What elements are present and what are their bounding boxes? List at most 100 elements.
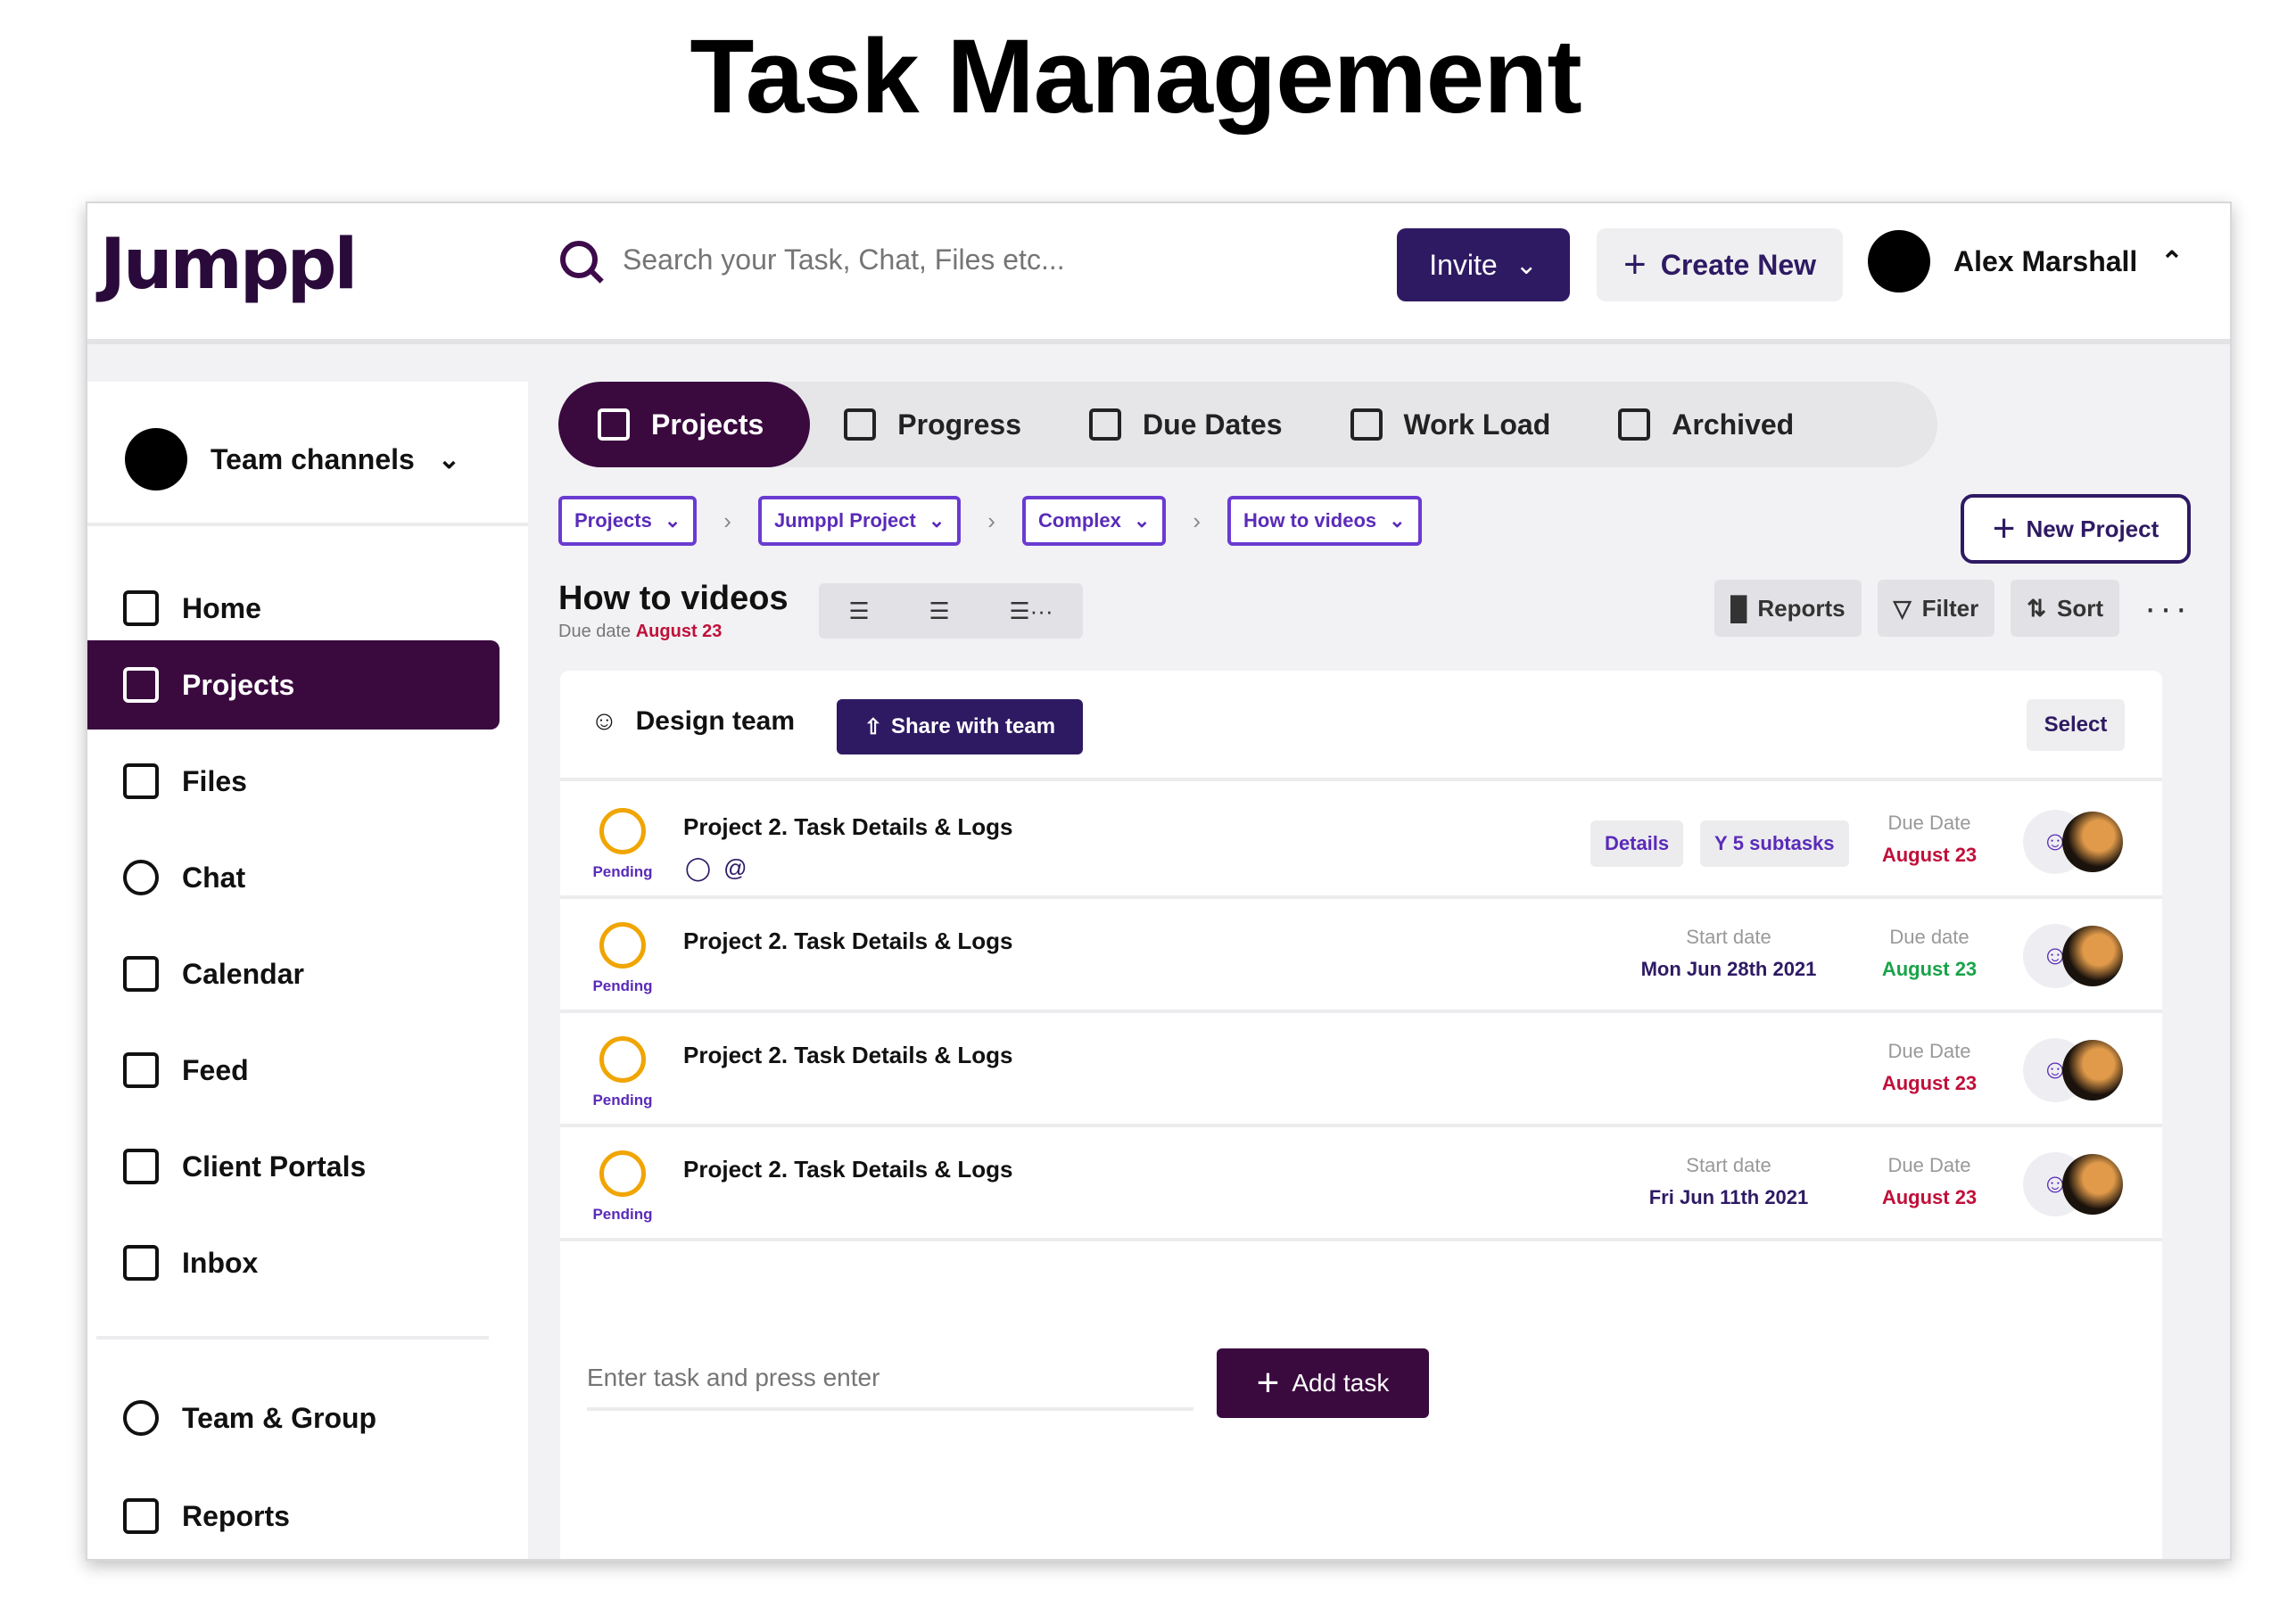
- add-task-button[interactable]: + Add task: [1217, 1348, 1429, 1418]
- invite-button[interactable]: Invite ⌄: [1397, 228, 1570, 301]
- assignees[interactable]: ☺: [2023, 810, 2130, 876]
- sort-button[interactable]: ⇅ Sort: [2011, 580, 2120, 637]
- breadcrumb-current[interactable]: How to videos ⌄: [1227, 496, 1422, 546]
- compact-view-icon[interactable]: ☰: [929, 598, 949, 625]
- sidebar-item-calendar[interactable]: Calendar: [87, 929, 498, 1018]
- breadcrumb-label: How to videos: [1243, 509, 1377, 532]
- page-title: How to videos: [558, 580, 789, 617]
- new-task-input[interactable]: [587, 1348, 1193, 1411]
- sidebar-item-label: Calendar: [182, 957, 304, 990]
- team-name: Design team: [635, 706, 796, 736]
- status-circle-icon[interactable]: [599, 1150, 646, 1197]
- start-date-column: Start date Mon Jun 28th 2021: [1622, 926, 1836, 981]
- sidebar-item-label: Chat: [182, 861, 246, 894]
- breadcrumb-project[interactable]: Jumppl Project ⌄: [757, 496, 962, 546]
- tab-due-dates[interactable]: Due Dates: [1055, 382, 1317, 467]
- breadcrumb-label: Complex: [1037, 509, 1121, 532]
- filter-button[interactable]: ▽ Filter: [1877, 580, 1995, 637]
- create-new-button[interactable]: + Create New: [1597, 228, 1843, 301]
- details-chip[interactable]: Details: [1590, 820, 1684, 867]
- tab-progress[interactable]: Progress: [810, 382, 1055, 467]
- task-title[interactable]: Project 2. Task Details & Logs: [683, 1042, 1012, 1069]
- search-input[interactable]: [623, 243, 1122, 276]
- share-icon: ⇧: [863, 714, 883, 739]
- status-label: Pending: [592, 1092, 653, 1109]
- status-circle-icon[interactable]: [599, 808, 646, 854]
- sidebar-item-label: Team & Group: [182, 1401, 377, 1434]
- more-options-icon[interactable]: ···: [2135, 589, 2200, 629]
- task-title[interactable]: Project 2. Task Details & Logs: [683, 813, 1012, 841]
- calendar-icon: [123, 956, 159, 992]
- tab-label: Due Dates: [1143, 408, 1283, 441]
- chevron-right-icon: ›: [987, 507, 995, 534]
- app-logo[interactable]: Jumppl: [100, 225, 358, 305]
- sidebar-item-label: Home: [182, 591, 261, 624]
- mention-icon[interactable]: @: [723, 854, 747, 882]
- task-title[interactable]: Project 2. Task Details & Logs: [683, 1156, 1012, 1183]
- main-content: Projects Progress Due Dates Work Load Ar…: [558, 382, 2217, 1559]
- due-date-value: August 23: [635, 622, 723, 641]
- tab-archived[interactable]: Archived: [1584, 382, 1828, 467]
- start-date-value: Fri Jun 11th 2021: [1648, 1186, 1809, 1208]
- sidebar-item-feed[interactable]: Feed: [87, 1026, 498, 1115]
- task-row[interactable]: Pending Project 2. Task Details & Logs ◯…: [560, 785, 2162, 899]
- search-icon[interactable]: [560, 241, 598, 278]
- avatar: [2062, 1154, 2123, 1215]
- sidebar-item-client-portals[interactable]: Client Portals: [87, 1122, 498, 1211]
- task-meta-icons: ◯ @: [685, 854, 747, 882]
- toolbar: █ Reports ▽ Filter ⇅ Sort ···: [1714, 580, 2200, 637]
- new-project-button[interactable]: + New Project: [1961, 494, 2191, 564]
- view-tabs: Projects Progress Due Dates Work Load Ar…: [558, 382, 1937, 467]
- reports-button[interactable]: █ Reports: [1714, 580, 1862, 637]
- sidebar-divider: [96, 1336, 489, 1340]
- status-label: Pending: [592, 1206, 653, 1223]
- sidebar-item-files[interactable]: Files: [87, 737, 498, 826]
- tab-work-load[interactable]: Work Load: [1317, 382, 1585, 467]
- sidebar-item-inbox[interactable]: Inbox: [87, 1218, 498, 1307]
- team-channels-selector[interactable]: Team channels ⌄: [125, 428, 460, 490]
- sidebar-item-chat[interactable]: Chat: [87, 833, 498, 922]
- chevron-right-icon: ›: [1193, 507, 1201, 534]
- status-label: Pending: [592, 977, 653, 994]
- sidebar-item-projects[interactable]: Projects: [87, 640, 500, 730]
- task-row[interactable]: Pending Project 2. Task Details & Logs D…: [560, 1013, 2162, 1127]
- breadcrumb-projects[interactable]: Projects ⌄: [558, 496, 698, 546]
- select-button[interactable]: Select: [2027, 699, 2125, 751]
- team-channels-label: Team channels: [211, 442, 415, 475]
- assignees[interactable]: ☺: [2023, 1038, 2130, 1104]
- plus-icon: +: [1623, 243, 1647, 286]
- task-panel: ☺ Design team ⇧ Share with team Select P…: [560, 671, 2162, 1559]
- tab-projects[interactable]: Projects: [558, 382, 811, 467]
- subtasks-chip[interactable]: Y 5 subtasks: [1700, 820, 1849, 867]
- status-label: Pending: [592, 863, 653, 880]
- breadcrumb-complex[interactable]: Complex ⌄: [1021, 496, 1167, 546]
- assignees[interactable]: ☺: [2023, 1152, 2130, 1218]
- sidebar-item-reports[interactable]: Reports: [87, 1471, 498, 1559]
- breadcrumb-label: Jumppl Project: [773, 509, 916, 532]
- due-date-label: Due date: [558, 622, 632, 641]
- task-row[interactable]: Pending Project 2. Task Details & Logs S…: [560, 1127, 2162, 1241]
- due-date-column: Due Date August 23: [1862, 812, 1996, 867]
- task-title[interactable]: Project 2. Task Details & Logs: [683, 927, 1012, 955]
- list-view-icon[interactable]: ☰: [848, 598, 869, 625]
- sidebar-item-team-group[interactable]: Team & Group: [87, 1373, 498, 1463]
- grid-icon: [1618, 408, 1651, 441]
- status-circle-icon[interactable]: [599, 1036, 646, 1083]
- share-with-team-button[interactable]: ⇧ Share with team: [837, 699, 1083, 754]
- task-row[interactable]: Pending Project 2. Task Details & Logs S…: [560, 899, 2162, 1013]
- subtasks-label: 5 subtasks: [1732, 832, 1835, 854]
- page-title-block: How to videos Due date August 23: [558, 580, 789, 642]
- sidebar-item-home[interactable]: Home: [87, 564, 498, 653]
- assignees[interactable]: ☺: [2023, 924, 2130, 990]
- due-date-column: Due date August 23: [1862, 926, 1996, 981]
- due-date-label: Due Date: [1887, 1154, 1971, 1176]
- tab-label: Progress: [897, 408, 1022, 441]
- status-circle-icon[interactable]: [599, 922, 646, 969]
- detail-view-icon[interactable]: ☰···: [1009, 598, 1053, 625]
- breadcrumb: Projects ⌄ › Jumppl Project ⌄ › Complex …: [558, 496, 1422, 546]
- comment-icon[interactable]: ◯: [685, 854, 711, 882]
- chevron-down-icon: ⌄: [928, 509, 946, 532]
- user-menu[interactable]: Alex Marshall ⌃: [1868, 230, 2183, 293]
- task-panel-header: ☺ Design team ⇧ Share with team Select: [560, 671, 2162, 781]
- create-new-label: Create New: [1660, 248, 1816, 281]
